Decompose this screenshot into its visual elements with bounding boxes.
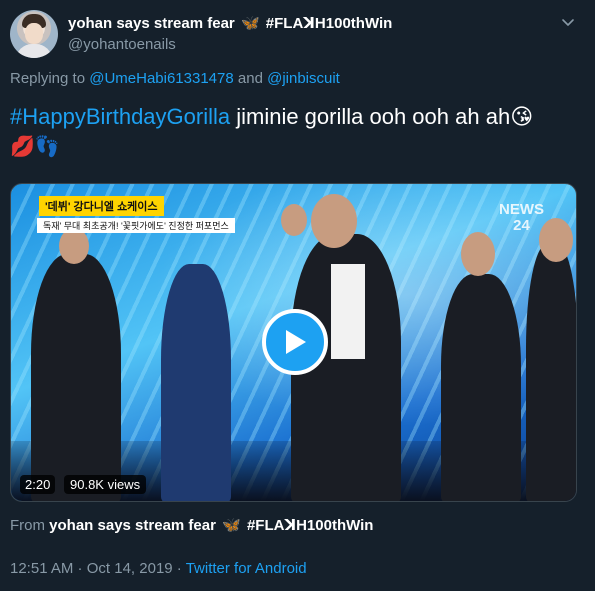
meta-separator-2: · [172,560,186,577]
dancer-4-head [461,232,495,276]
news-logo-line1: NEWS [499,201,544,218]
dancer-1-head [59,228,89,264]
author-handle[interactable]: @yohantoenails [68,36,176,53]
video-views: 90.8K views [64,475,147,494]
author-name-text: yohan says stream fear [68,15,235,32]
tweet-card: yohan says stream fear 🦋 #FLAꓘH100thWin … [0,0,595,591]
tweet-metadata: 12:51 AM · Oct 14, 2019 · Twitter for An… [10,560,307,577]
dancer-3-shirt [331,264,365,359]
play-button[interactable] [262,309,328,375]
from-prefix: From [10,517,45,534]
video-duration: 2:20 [20,475,56,494]
author-name-hashtag: #FLAꓘH100thWin [265,15,393,32]
butterfly-emoji-icon: 🦋 [240,15,260,32]
tweet-body-text: jiminie gorilla ooh ooh ah ah [230,104,511,129]
meta-separator-1: · [73,560,87,577]
reply-context: Replying to @UmeHabi61331478 and @jinbis… [10,70,340,87]
dancer-5 [526,244,576,501]
dancer-2 [161,264,231,501]
avatar-shirt [16,44,52,58]
from-attribution: From yohan says stream fear 🦋 #FLAꓘH100t… [10,516,373,534]
tweet-date[interactable]: Oct 14, 2019 [87,560,173,577]
news-logo-line2: 24 [513,217,530,234]
dancer-2-head [281,204,307,236]
play-icon [286,330,306,354]
reply-user-link-2[interactable]: @jinbiscuit [267,70,340,87]
emoji-line: 💋👣 [10,136,60,158]
chevron-down-icon[interactable] [560,14,576,30]
author-display-name[interactable]: yohan says stream fear 🦋 #FLAꓘH100thWin [68,14,392,32]
tweet-source-link[interactable]: Twitter for Android [186,560,307,577]
from-author-link[interactable]: yohan says stream fear 🦋 #FLAꓘH100thWin [49,517,373,534]
video-player[interactable]: '데뷔' 강다니엘 쇼케이스 독재' 무대 최초공개! '꽃핏가에도' 진정한 … [10,183,577,502]
reply-prefix: Replying to [10,70,86,87]
tweet-text: #HappyBirthdayGorilla jiminie gorilla oo… [10,103,580,131]
tweet-time[interactable]: 12:51 AM [10,560,73,577]
dancer-1 [31,254,121,501]
broadcast-subtitle: 독재' 무대 최초공개! '꽃핏가에도' 진정한 퍼포먼스 [37,218,235,233]
from-name-text: yohan says stream fear [49,517,216,534]
dancer-5-head [539,218,573,262]
broadcast-title-badge: '데뷔' 강다니엘 쇼케이스 [39,196,164,216]
from-name-hashtag: #FLAꓘH100thWin [246,517,374,534]
reply-user-link-1[interactable]: @UmeHabi61331478 [89,70,234,87]
butterfly-emoji-icon: 🦋 [222,517,241,534]
dancer-4 [441,274,521,501]
kiss-face-emoji-icon: 😘 [510,104,534,129]
hashtag-link[interactable]: #HappyBirthdayGorilla [10,104,230,129]
avatar-face [25,23,43,44]
news-channel-logo: NEWS 24 [499,202,544,234]
dancer-3-head [311,194,357,248]
avatar[interactable] [10,10,58,58]
reply-conjunction: and [237,70,263,87]
